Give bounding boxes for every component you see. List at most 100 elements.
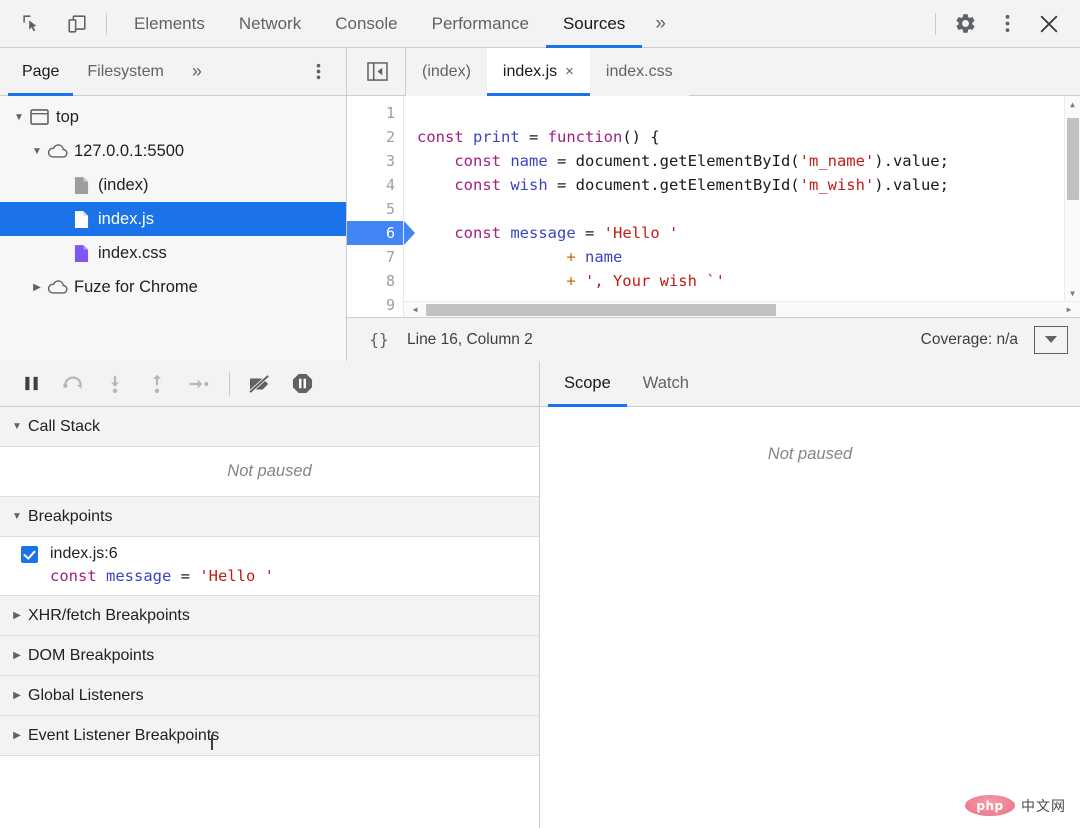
gear-icon[interactable] [944,3,986,45]
tree-item-index-js[interactable]: index.js [0,202,346,236]
coverage-status: Coverage: n/a [920,330,1018,348]
step-over-button[interactable] [52,363,94,405]
tree-item-top-label: top [56,107,79,126]
section-header-xhr-fetch-breakpoints[interactable]: ▶ XHR/fetch Breakpoints [0,596,539,636]
tab-scope[interactable]: Scope [548,361,627,407]
section-header-event-listener-breakpoints[interactable]: ▶ Event Listener Breakpoints [0,716,539,756]
vertical-scrollbar-thumb[interactable] [1067,118,1079,200]
collapse-navigator-icon[interactable] [357,52,397,92]
tab-console[interactable]: Console [318,0,414,48]
code-line[interactable]: const message = 'Hello ' [404,221,1080,245]
kebab-menu-icon[interactable] [986,3,1028,45]
step-button[interactable] [178,363,220,405]
line-number[interactable]: 4 [347,173,404,197]
deactivate-breakpoints-button[interactable] [239,363,281,405]
line-number-text: 3 [385,152,395,170]
navtab-page[interactable]: Page [8,48,74,96]
breakpoint-marker[interactable]: 6 [347,221,415,245]
close-icon[interactable] [1028,3,1070,45]
section-header-call-stack[interactable]: ▼ Call Stack [0,407,539,447]
code-editor[interactable]: 1 2 3 4 5 6 7 8 9 const print = function… [347,96,1080,317]
twisty-closed-icon[interactable]: ▶ [6,650,28,661]
line-number[interactable]: 2 [347,125,404,149]
scroll-down-arrow-icon[interactable]: ▼ [1065,285,1080,301]
navtab-filesystem[interactable]: Filesystem [73,48,177,96]
code-line[interactable] [404,101,1080,125]
twisty-open-icon[interactable] [28,146,46,157]
tab-sources-label: Sources [562,13,626,33]
pause-on-exceptions-button[interactable] [281,363,323,405]
section-header-global-listeners[interactable]: ▶ Global Listeners [0,676,539,716]
code-line[interactable] [404,197,1080,221]
snippet-string: 'Hello ' [199,567,274,585]
tab-elements[interactable]: Elements [117,0,222,48]
editor-tab-index[interactable]: (index) [406,47,487,96]
inspect-element-icon[interactable] [12,5,50,43]
code-token: 'm_wish' [799,176,875,194]
tree-item-index-css[interactable]: index.css [0,236,346,270]
breakpoint-checkbox[interactable] [21,545,38,563]
line-number[interactable]: 9 [347,293,404,317]
twisty-closed-icon[interactable]: ▶ [6,610,28,621]
tree-item-origin[interactable]: 127.0.0.1:5500 [0,134,346,168]
close-icon[interactable]: × [565,64,574,79]
editor-tab-index-js[interactable]: index.js × [486,47,590,96]
tree-item-index-js-label: index.js [98,209,154,228]
line-number-text: 8 [385,272,395,290]
breakpoint-list-item[interactable]: index.js:6 const message = 'Hello ' [0,537,539,596]
snippet-operator: = [171,567,200,585]
section-header-breakpoints[interactable]: ▼ Breakpoints [0,497,539,537]
code-content[interactable]: const print = function() { const name = … [404,96,1080,317]
line-number[interactable]: 3 [347,149,404,173]
section-header-dom-breakpoints[interactable]: ▶ DOM Breakpoints [0,636,539,676]
twisty-open-icon[interactable] [10,112,28,123]
scroll-up-arrow-icon[interactable]: ▲ [1065,96,1080,112]
tab-sources[interactable]: Sources [545,0,643,48]
twisty-open-icon[interactable]: ▼ [6,511,28,522]
code-token: = [575,224,604,242]
line-number[interactable]: 1 [347,101,404,125]
code-line[interactable]: const print = function() { [404,125,1080,149]
code-line[interactable]: + ', Your wish `' [404,269,1080,293]
more-tabs-chevron-icon[interactable]: » [642,0,679,48]
scroll-right-arrow-icon[interactable]: ▶ [1058,302,1080,317]
tree-item-index[interactable]: (index) [0,168,346,202]
code-line[interactable]: + name [404,245,1080,269]
tab-network[interactable]: Network [222,0,318,48]
editor-tab-index-css[interactable]: index.css [589,47,689,96]
step-into-button[interactable] [94,363,136,405]
tree-item-origin-label: 127.0.0.1:5500 [74,141,185,160]
horizontal-scrollbar-thumb[interactable] [426,304,776,316]
step-out-button[interactable] [136,363,178,405]
tab-watch[interactable]: Watch [627,361,705,407]
navigator-more-chevron-icon[interactable]: » [178,48,216,96]
line-number-gutter[interactable]: 1 2 3 4 5 6 7 8 9 [347,96,415,317]
line-number[interactable]: 5 [347,197,404,221]
code-token: function [547,128,623,146]
tab-performance[interactable]: Performance [415,0,546,48]
pretty-print-icon[interactable]: {} [361,322,397,358]
code-line[interactable]: const name = document.getElementById('m_… [404,149,1080,173]
editor-vertical-scrollbar[interactable]: ▲ ▼ [1064,96,1080,301]
twisty-closed-icon[interactable]: ▶ [6,690,28,701]
resume-script-execution-button[interactable] [10,363,52,405]
line-number[interactable]: 7 [347,245,404,269]
twisty-closed-icon[interactable] [28,282,46,293]
scroll-left-arrow-icon[interactable]: ◀ [404,302,426,317]
tree-item-top[interactable]: top [0,100,346,134]
code-line[interactable]: const wish = document.getElementById('m_… [404,173,1080,197]
editor-horizontal-scrollbar[interactable]: ◀ ▶ [404,301,1080,317]
horizontal-scrollbar-track[interactable] [426,302,1058,317]
line-number-text: 5 [385,200,395,218]
section-title-event-listener-breakpoints: Event Listener Breakpoints [28,726,220,744]
navigator-kebab-menu-icon[interactable] [298,52,338,92]
line-number[interactable]: 8 [347,269,404,293]
coverage-drawer-icon[interactable] [1034,325,1068,354]
device-toolbar-icon[interactable] [58,5,96,43]
twisty-closed-icon[interactable]: ▶ [6,730,28,741]
call-stack-empty-message: Not paused [0,447,539,497]
tree-item-fuze[interactable]: Fuze for Chrome [0,270,346,304]
twisty-open-icon[interactable]: ▼ [6,421,28,432]
